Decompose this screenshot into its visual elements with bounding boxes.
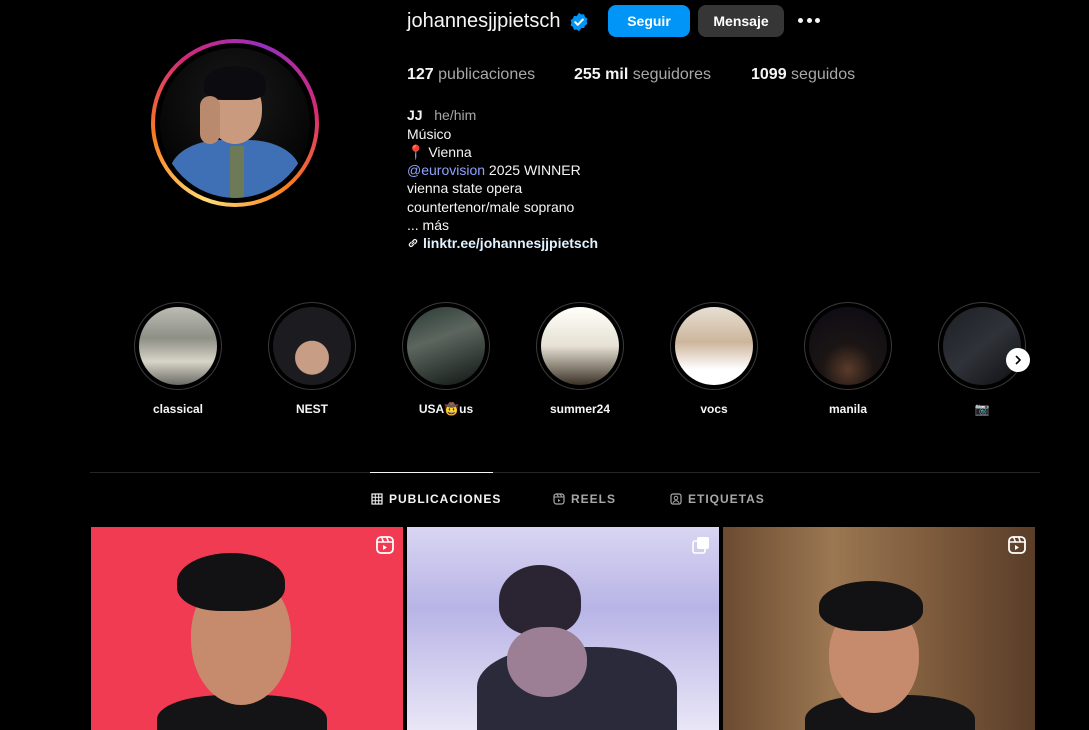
highlight-label: NEST [295, 402, 328, 416]
highlight-ring [134, 302, 222, 390]
tagged-icon [670, 493, 682, 505]
highlight-thumbnail [139, 307, 217, 385]
highlight-summer24[interactable]: summer24 [536, 302, 624, 416]
highlight-camera[interactable]: 📷 [938, 302, 1026, 416]
highlight-thumbnail [809, 307, 887, 385]
follow-button[interactable]: Seguir [608, 5, 690, 37]
tab-posts[interactable]: PUBLICACIONES [371, 492, 501, 506]
bio-eurovision-line: @eurovision 2025 WINNER [407, 162, 581, 178]
reel-icon [1008, 536, 1026, 554]
grid-icon [371, 493, 383, 505]
bio-external-link[interactable]: linktr.ee/johannesjjpietsch [423, 235, 598, 251]
highlight-ring [670, 302, 758, 390]
post-thumbnail[interactable] [407, 527, 719, 730]
highlight-ring [402, 302, 490, 390]
reels-icon [553, 493, 565, 505]
post-thumbnail[interactable] [723, 527, 1035, 730]
profile-username: johannesjjpietsch [407, 10, 561, 32]
bio-voice-line: countertenor/male soprano [407, 199, 575, 215]
bio-mention-suffix: 2025 WINNER [485, 162, 581, 178]
link-icon [408, 238, 418, 248]
message-button[interactable]: Mensaje [698, 5, 784, 37]
highlight-thumbnail [675, 307, 753, 385]
reel-icon [376, 536, 394, 554]
bio-name: JJ [407, 107, 423, 123]
post-person-hair [177, 553, 285, 611]
highlight-usa[interactable]: USA🤠us [402, 302, 490, 416]
profile-avatar-story-ring[interactable] [151, 39, 319, 207]
bio-external-link-row[interactable]: linktr.ee/johannesjjpietsch [407, 235, 598, 251]
bio-pronouns: he/him [434, 107, 477, 123]
tab-posts-label: PUBLICACIONES [389, 492, 502, 506]
highlight-thumbnail [541, 307, 619, 385]
post-person-face [507, 627, 587, 697]
highlight-ring [804, 302, 892, 390]
post-person-hair [499, 565, 581, 635]
post-thumbnail[interactable] [91, 527, 403, 730]
bio-category: Músico [407, 126, 452, 142]
highlight-ring [536, 302, 624, 390]
bio-more-link[interactable]: ... más [407, 217, 449, 233]
avatar [160, 48, 310, 198]
posts-count-stat: 127 publicaciones [407, 66, 535, 84]
highlight-nest[interactable]: NEST [268, 302, 356, 416]
posts-label: publicaciones [438, 66, 536, 83]
chevron-right-icon [1015, 355, 1021, 365]
following-stat[interactable]: 1099 seguidos [751, 66, 855, 84]
avatar-gap [155, 43, 315, 203]
bio-mention-link[interactable]: @eurovision [407, 162, 485, 178]
highlight-manila[interactable]: manila [804, 302, 892, 416]
active-tab-indicator [370, 472, 493, 473]
tab-reels[interactable]: REELS [553, 492, 616, 506]
more-options-icon[interactable] [796, 10, 822, 30]
tabs-divider [90, 472, 1040, 473]
highlight-thumbnail [273, 307, 351, 385]
posts-count: 127 [407, 66, 434, 83]
highlight-label: manila [828, 402, 867, 416]
highlight-label: classical [152, 402, 204, 416]
followers-stat[interactable]: 255 mil seguidores [574, 66, 711, 84]
following-count: 1099 [751, 66, 787, 83]
tab-tagged-label: ETIQUETAS [688, 492, 765, 506]
highlight-label: vocs [700, 402, 728, 416]
highlight-thumbnail [407, 307, 485, 385]
tab-tagged[interactable]: ETIQUETAS [670, 492, 765, 506]
highlight-label: summer24 [549, 402, 611, 416]
highlights-next-button[interactable] [1006, 348, 1030, 372]
highlight-vocs[interactable]: vocs [670, 302, 758, 416]
highlight-label: USA🤠us [418, 402, 474, 416]
bio-opera-line: vienna state opera [407, 180, 523, 196]
tab-reels-label: REELS [571, 492, 617, 506]
carousel-icon [692, 537, 709, 554]
following-label: seguidos [791, 66, 856, 83]
highlight-label: 📷 [974, 402, 990, 416]
bio-name-line: JJ he/him [407, 107, 476, 123]
followers-count: 255 mil [574, 66, 629, 83]
avatar-hair [204, 66, 266, 100]
highlight-thumbnail [943, 307, 1021, 385]
bio-location: 📍 Vienna [407, 144, 472, 160]
highlight-classical[interactable]: classical [134, 302, 222, 416]
verified-badge-icon [570, 12, 588, 32]
highlight-ring [938, 302, 1026, 390]
avatar-tie [230, 146, 244, 198]
post-person-hair [819, 581, 923, 631]
highlight-ring [268, 302, 356, 390]
avatar-hand [200, 96, 220, 144]
followers-label: seguidores [632, 66, 711, 83]
